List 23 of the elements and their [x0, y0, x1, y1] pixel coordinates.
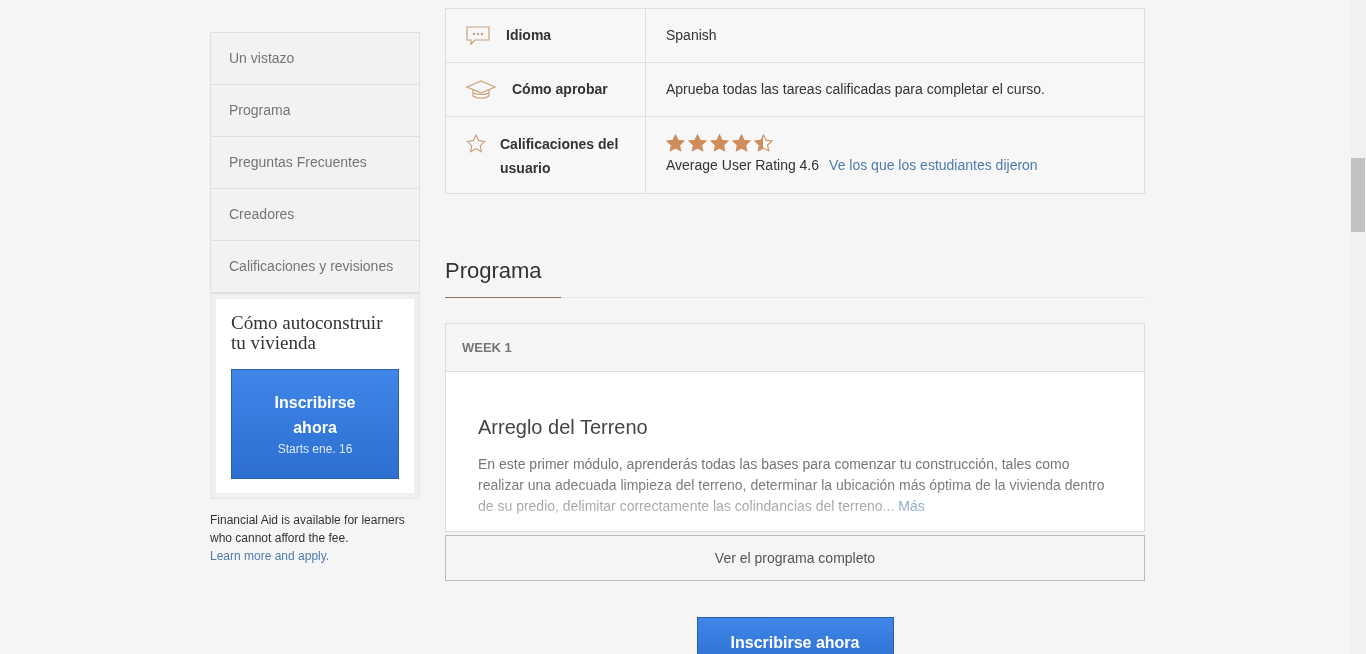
enroll-button[interactable]: Inscribirse ahora Starts ene. 16: [231, 369, 399, 479]
row-label: Cómo aprobar: [512, 80, 608, 99]
reviews-link[interactable]: Ve los que los estudiantes dijeron: [829, 155, 1038, 176]
module-title: Arreglo del Terreno: [478, 415, 649, 440]
row-value: Spanish: [666, 26, 718, 45]
star-outline-icon: [466, 134, 486, 153]
enroll-button[interactable]: Inscribirse ahora: [696, 617, 894, 654]
row-label: Idioma: [506, 26, 552, 45]
rating-text: Average User Rating 4.6: [666, 156, 820, 175]
full-syllabus-button[interactable]: Ver el programa completo: [445, 535, 1145, 581]
module-description: En este primer módulo, aprenderás todas las bases para comenzar tu construcción, tales como realizar una adecuada limpieza del terreno, determinar la ubicación más óptima de la vivienda dentro de su predio, delimitar correctamente las colindancias del terreno... Más: [478, 455, 1106, 516]
scrollbar-thumb[interactable]: [1351, 158, 1365, 232]
row-value: Aprueba todas las tareas calificadas para completar el curso.: [666, 80, 1046, 99]
financial-aid-text: Financial Aid is available for learners who cannot afford the fee. Learn more and apply.: [210, 512, 406, 565]
start-date: Starts ene. 16: [277, 441, 353, 458]
graduation-cap-icon: [466, 79, 496, 100]
learn-more-link[interactable]: Learn more and apply.: [210, 549, 330, 563]
more-link[interactable]: Más: [898, 498, 925, 514]
row-label: Calificaciones del usuario: [500, 135, 620, 178]
speech-bubble-icon: [466, 25, 490, 46]
course-title: Cómo autoconstruir tu vivienda: [231, 313, 384, 353]
section-heading: Programa: [445, 254, 561, 298]
week-label: WEEK 1: [446, 324, 1144, 372]
